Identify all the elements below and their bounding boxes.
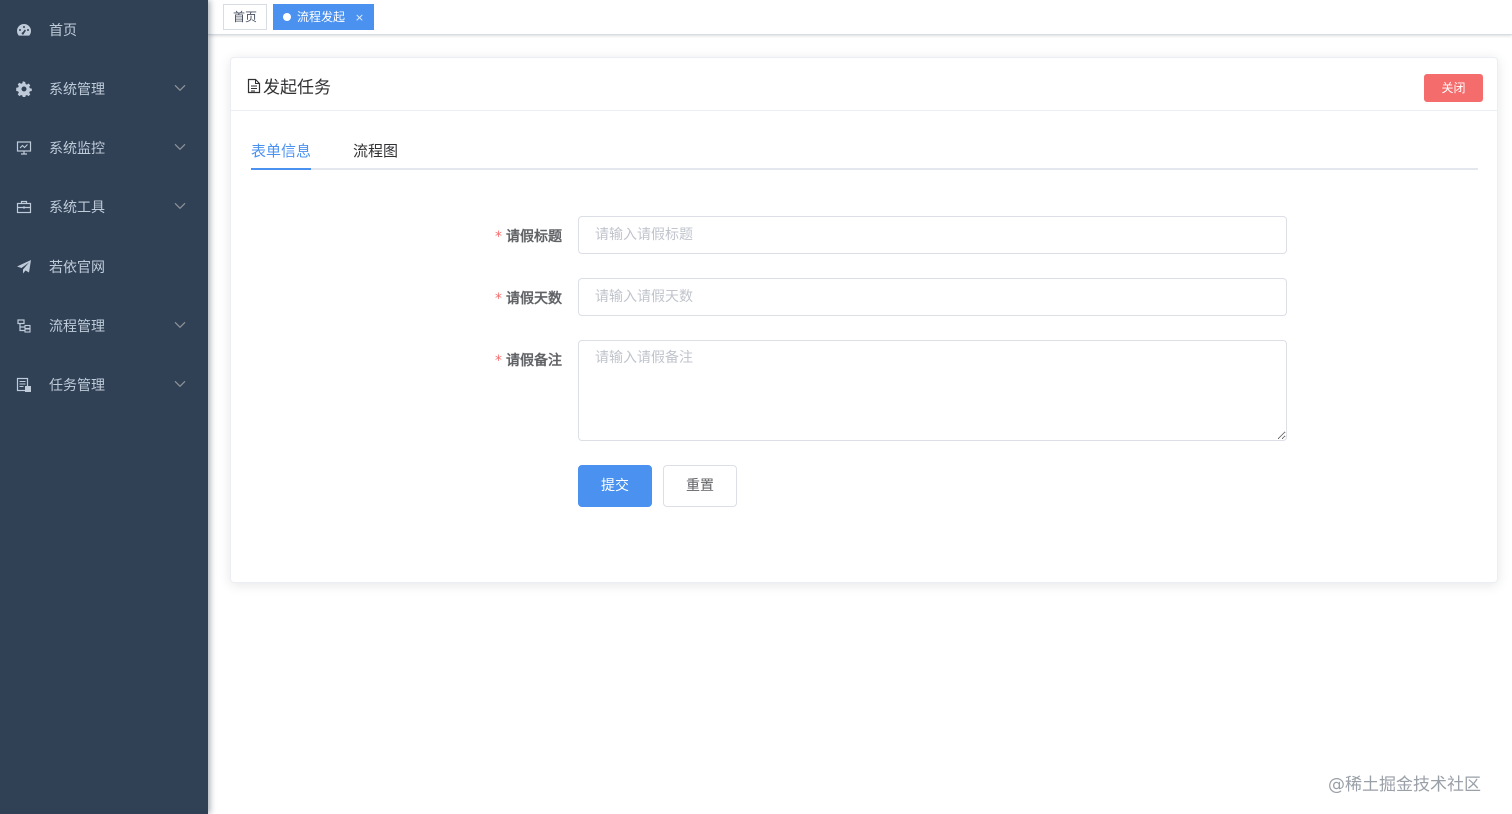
submit-button[interactable]: 提交: [578, 465, 652, 507]
tab-flowchart[interactable]: 流程图: [353, 140, 398, 161]
leave-title-input[interactable]: [578, 216, 1287, 254]
monitor-icon: [16, 140, 32, 156]
leave-days-input[interactable]: [578, 278, 1287, 316]
card-title: 发起任务: [247, 73, 331, 98]
sidebar-item-label: 任务管理: [49, 378, 105, 394]
active-dot-icon: [283, 13, 291, 21]
close-button[interactable]: 关闭: [1424, 74, 1483, 102]
document-icon: [247, 78, 261, 94]
send-icon: [16, 259, 32, 275]
form-label: * 请假标题: [495, 226, 562, 246]
flow-icon: [16, 318, 32, 334]
tags-view-bar: 首页 流程发起 ×: [208, 0, 1512, 35]
sidebar: 首页 系统管理 系统监控 系统工具 若依官网 流程管理 任务管理: [0, 0, 208, 814]
chevron-down-icon: [174, 200, 186, 212]
form-label: * 请假备注: [495, 350, 562, 370]
form-label-text: 请假天数: [506, 291, 562, 307]
tag-process-start[interactable]: 流程发起 ×: [273, 4, 375, 30]
tag-label: 流程发起: [297, 10, 346, 24]
chevron-down-icon: [174, 82, 186, 94]
sidebar-item-system-monitor[interactable]: 系统监控: [0, 120, 208, 176]
sidebar-item-ruoyi-website[interactable]: 若依官网: [0, 239, 208, 295]
chevron-down-icon: [174, 378, 186, 390]
form-label-text: 请假备注: [506, 353, 562, 369]
card-title-text: 发起任务: [263, 78, 331, 98]
required-mark: *: [495, 353, 502, 369]
watermark: @稀土掘金技术社区: [1328, 775, 1481, 795]
tab-form-info[interactable]: 表单信息: [251, 140, 311, 161]
tag-label: 首页: [233, 10, 258, 24]
sidebar-item-label: 系统监控: [49, 141, 105, 157]
dashboard-icon: [16, 22, 32, 38]
sidebar-item-task-management[interactable]: 任务管理: [0, 357, 208, 413]
sidebar-item-process-management[interactable]: 流程管理: [0, 298, 208, 354]
sidebar-item-system-management[interactable]: 系统管理: [0, 61, 208, 117]
sidebar-item-label: 若依官网: [49, 260, 105, 276]
sidebar-item-label: 系统管理: [49, 82, 105, 98]
sidebar-item-label: 系统工具: [49, 200, 105, 216]
sidebar-item-label: 首页: [49, 23, 77, 39]
start-task-card: 发起任务 关闭 表单信息 流程图 *请假标题 *请假天数 *请假备注 提交 重置: [230, 57, 1498, 583]
active-tab-indicator: [251, 168, 311, 170]
chevron-down-icon: [174, 141, 186, 153]
required-mark: *: [495, 291, 502, 307]
tab-label: 流程图: [353, 142, 399, 160]
form-label: * 请假天数: [495, 288, 562, 308]
task-icon: [16, 377, 32, 393]
sidebar-item-system-tools[interactable]: 系统工具: [0, 179, 208, 235]
gear-icon: [16, 81, 32, 97]
required-mark: *: [495, 229, 502, 245]
sidebar-item-home[interactable]: 首页: [0, 2, 208, 58]
tabs: 表单信息 流程图: [251, 132, 1478, 170]
sidebar-item-label: 流程管理: [49, 319, 105, 335]
form-label-text: 请假标题: [506, 229, 562, 245]
chevron-down-icon: [174, 319, 186, 331]
leave-remark-textarea[interactable]: [578, 340, 1287, 441]
close-icon[interactable]: ×: [355, 6, 364, 30]
tab-label: 表单信息: [251, 142, 312, 160]
toolbox-icon: [16, 199, 32, 215]
reset-button[interactable]: 重置: [663, 465, 737, 507]
tag-home[interactable]: 首页: [223, 4, 268, 30]
card-header: 发起任务 关闭: [231, 58, 1497, 111]
